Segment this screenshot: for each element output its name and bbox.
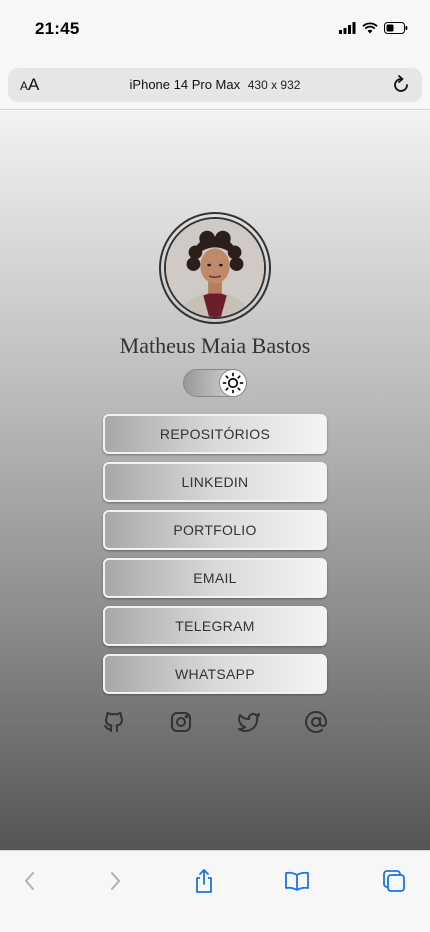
- tabs-button[interactable]: [380, 867, 408, 895]
- github-link[interactable]: [100, 708, 128, 736]
- signal-icon: [339, 22, 356, 34]
- twitter-link[interactable]: [235, 708, 263, 736]
- twitter-icon: [237, 713, 260, 732]
- address-text[interactable]: iPhone 14 Pro Max 430 x 932: [8, 77, 422, 92]
- tabs-icon: [383, 870, 405, 892]
- link-list: REPOSITÓRIOS LINKEDIN PORTFOLIO EMAIL TE…: [103, 414, 327, 702]
- theme-toggle[interactable]: [183, 369, 247, 397]
- status-time: 21:45: [35, 19, 80, 38]
- profile-photo: [166, 219, 264, 317]
- back-button[interactable]: [16, 867, 44, 895]
- browser-address-area: AA iPhone 14 Pro Max 430 x 932: [0, 60, 430, 110]
- share-button[interactable]: [190, 867, 218, 895]
- device-name: iPhone 14 Pro Max: [129, 77, 241, 92]
- github-icon: [104, 712, 123, 732]
- linkedin-button[interactable]: LINKEDIN: [103, 462, 327, 502]
- forward-icon: [111, 872, 120, 890]
- profile-name: Matheus Maia Bastos: [119, 333, 311, 358]
- wifi-icon: [362, 22, 378, 34]
- browser-toolbar: [0, 850, 430, 932]
- share-icon: [196, 869, 212, 893]
- telegram-button[interactable]: TELEGRAM: [103, 606, 327, 646]
- repositorios-button[interactable]: REPOSITÓRIOS: [103, 414, 327, 454]
- battery-icon: [384, 22, 408, 34]
- reload-icon: [394, 75, 408, 92]
- email-link[interactable]: [302, 708, 330, 736]
- reload-button[interactable]: [390, 74, 412, 96]
- forward-button[interactable]: [101, 867, 129, 895]
- status-icons: [339, 22, 408, 34]
- instagram-icon: [171, 712, 192, 732]
- address-bar[interactable]: AA iPhone 14 Pro Max 430 x 932: [8, 68, 422, 102]
- device-dimensions: 430 x 932: [247, 78, 301, 92]
- page-content: Matheus Maia Bastos REPOSITÓRIOS LINKEDI…: [0, 111, 430, 850]
- email-button[interactable]: EMAIL: [103, 558, 327, 598]
- bookmarks-button[interactable]: [283, 867, 311, 895]
- bookmarks-icon: [285, 871, 309, 891]
- instagram-link[interactable]: [167, 708, 195, 736]
- avatar-frame: [159, 212, 271, 324]
- back-icon: [25, 872, 34, 890]
- portfolio-button[interactable]: PORTFOLIO: [103, 510, 327, 550]
- sun-icon: [222, 372, 244, 394]
- avatar: [164, 217, 266, 319]
- toggle-knob: [219, 369, 247, 397]
- status-bar: 21:45: [0, 0, 430, 60]
- whatsapp-button[interactable]: WHATSAPP: [103, 654, 327, 694]
- social-links: [100, 708, 330, 736]
- at-sign-icon: [305, 710, 327, 733]
